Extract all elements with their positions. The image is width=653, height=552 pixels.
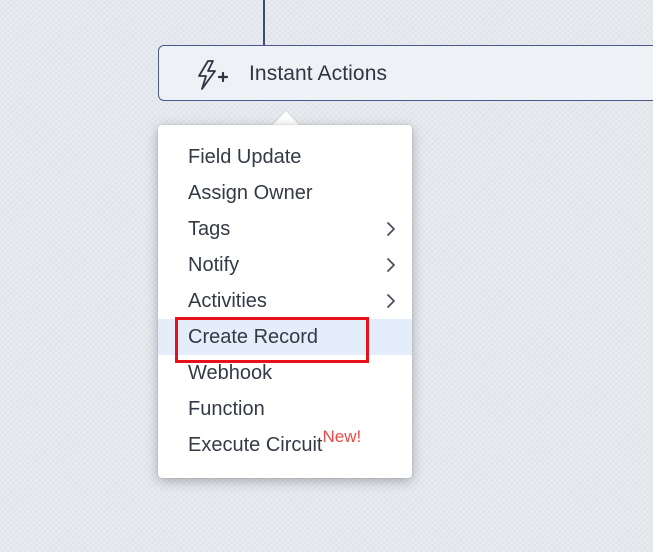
menu-item-label: Create Record [188, 326, 319, 348]
new-badge: New! [322, 427, 362, 446]
menu-item-activities[interactable]: Activities [158, 283, 412, 319]
menu-caret [272, 111, 300, 126]
instant-actions-bar[interactable]: Instant Actions [158, 45, 653, 101]
menu-item-create-record[interactable]: Create Record [158, 319, 412, 355]
instant-actions-menu: Field Update Assign Owner Tags Notify Ac… [158, 125, 412, 478]
menu-item-execute-circuit[interactable]: Execute Circuit New! [158, 427, 412, 463]
menu-item-label: Field Update [188, 146, 302, 168]
menu-item-label-wrap: Execute Circuit New! [188, 427, 361, 456]
menu-item-assign-owner[interactable]: Assign Owner [158, 175, 412, 211]
menu-item-tags[interactable]: Tags [158, 211, 412, 247]
menu-item-notify[interactable]: Notify [158, 247, 412, 283]
menu-item-label: Tags [188, 218, 231, 240]
lightning-plus-icon [198, 60, 229, 90]
menu-item-label: Function [188, 398, 265, 420]
menu-item-label: Execute Circuit [188, 434, 323, 456]
chevron-right-icon [387, 258, 395, 272]
menu-item-label: Assign Owner [188, 182, 313, 204]
instant-actions-title: Instant Actions [249, 62, 388, 85]
chevron-right-icon [387, 222, 395, 236]
menu-item-label: Notify [188, 254, 240, 276]
flow-connector-line [263, 0, 265, 46]
menu-item-label: Activities [188, 290, 267, 312]
menu-item-label: Webhook [188, 362, 273, 384]
menu-item-webhook[interactable]: Webhook [158, 355, 412, 391]
menu-item-field-update[interactable]: Field Update [158, 139, 412, 175]
menu-item-function[interactable]: Function [158, 391, 412, 427]
chevron-right-icon [387, 294, 395, 308]
